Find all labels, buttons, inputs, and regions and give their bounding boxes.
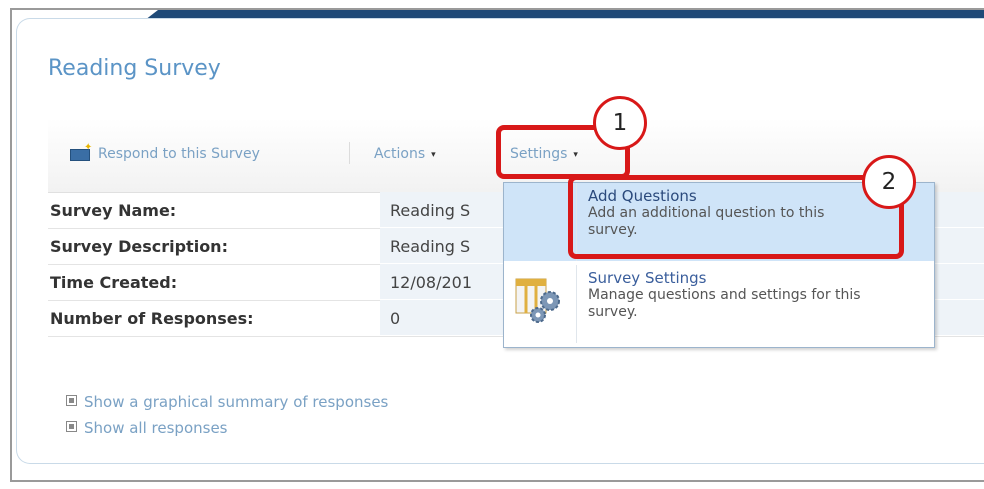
step-1-marker: 1 [593,96,647,150]
step-2-marker: 2 [862,155,916,209]
actions-menu-label: Actions [374,146,426,162]
menu-item-description: Manage questions and settings for this s… [588,287,861,320]
show-graphical-summary-link[interactable]: Show a graphical summary of responses [66,393,388,411]
link-label: Show a graphical summary of responses [84,393,389,411]
menu-item-title: Survey Settings [588,269,707,287]
page-title: Reading Survey [48,56,221,81]
add-questions-highlight-box [568,175,904,259]
menu-icon-column [504,183,577,261]
property-label: Number of Responses: [50,309,254,328]
expand-box-icon [66,395,77,406]
respond-button[interactable]: ✦ Respond to this Survey [70,142,260,162]
caret-down-icon: ▾ [431,150,436,160]
respond-button-label: Respond to this Survey [98,146,260,162]
property-value: Reading S [390,237,471,256]
menu-item-survey-settings[interactable]: Survey Settings Manage questions and set… [504,265,934,343]
menu-icon-column [504,265,577,343]
show-all-responses-link[interactable]: Show all responses [66,419,227,437]
property-label: Survey Name: [50,201,177,220]
property-value: 0 [390,309,401,328]
property-value: Reading S [390,201,471,220]
property-value: 12/08/201 [390,273,473,292]
settings-gear-icon [515,278,560,323]
property-label: Survey Description: [50,237,228,256]
expand-box-icon [66,421,77,432]
actions-menu-button[interactable]: Actions ▾ [374,146,436,162]
property-label: Time Created: [50,273,178,292]
toolbar-separator [349,142,350,164]
respond-survey-icon: ✦ [70,142,92,161]
link-label: Show all responses [84,419,228,437]
